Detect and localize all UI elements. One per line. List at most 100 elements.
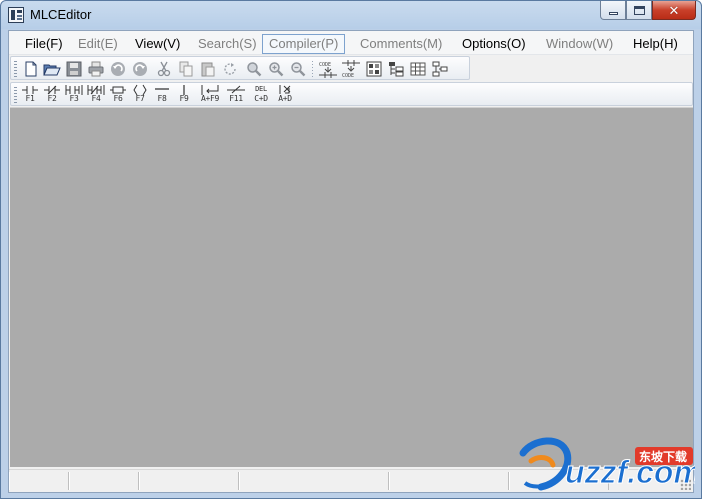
zoom-out-icon: [290, 61, 305, 76]
new-file-button[interactable]: [21, 59, 40, 78]
cut-icon: [157, 61, 170, 76]
network-button[interactable]: [430, 59, 449, 78]
key-f2-button[interactable]: F2: [42, 84, 62, 105]
key-f9-button[interactable]: F9: [174, 84, 194, 105]
print-button[interactable]: [86, 59, 105, 78]
find-button[interactable]: [244, 59, 263, 78]
tree-view-button[interactable]: [386, 59, 405, 78]
key-label: F9: [179, 94, 189, 103]
refresh-button[interactable]: [220, 59, 239, 78]
find-icon: [246, 61, 261, 76]
mdi-workspace[interactable]: [10, 107, 693, 467]
svg-text:东坡下载: 东坡下载: [639, 449, 687, 464]
status-panel: [389, 472, 509, 490]
copy-icon: [179, 61, 192, 76]
code-to-ladder-button[interactable]: CODE: [317, 59, 339, 78]
print-icon: [88, 61, 103, 76]
status-panel: [139, 472, 239, 490]
save-icon: [66, 61, 81, 76]
caption-buttons: ✕: [600, 1, 696, 21]
key-f1-button[interactable]: F1: [20, 84, 40, 105]
uzzf-watermark: uzzf.com 东坡下载: [513, 431, 701, 498]
key-f8-button[interactable]: F8: [152, 84, 172, 105]
key-label: F8: [157, 94, 167, 103]
ladder-to-code-icon: CODE: [342, 59, 360, 78]
menu-window[interactable]: Window(W): [539, 34, 620, 54]
toolbar-grip[interactable]: [14, 61, 17, 77]
grid-table-icon: [410, 62, 425, 75]
key-label: F6: [113, 94, 123, 103]
key-label: F2: [47, 94, 57, 103]
key-label: F3: [69, 94, 79, 103]
key-label: F7: [135, 94, 145, 103]
svg-text:CODE: CODE: [319, 62, 331, 68]
paste-icon: [201, 62, 214, 76]
menu-view[interactable]: View(V): [128, 34, 187, 54]
menu-edit[interactable]: Edit(E): [71, 34, 125, 54]
menu-bar: File(F) Edit(E) View(V) Search(S) Compil…: [9, 31, 693, 55]
window-title: MLCEditor: [30, 7, 92, 22]
key-alt-f9-button[interactable]: A+F9: [198, 84, 222, 105]
save-button[interactable]: [64, 59, 83, 78]
toolbar-separator: [312, 61, 313, 77]
grid-table-button[interactable]: [408, 59, 427, 78]
key-label: A+F9: [200, 94, 220, 103]
key-label: A+D: [278, 94, 292, 103]
menu-file[interactable]: File(F): [18, 34, 70, 54]
zoom-in-button[interactable]: [266, 59, 285, 78]
key-f3-button[interactable]: F3: [64, 84, 84, 105]
delete-line-icon: DEL: [255, 85, 267, 93]
menu-search[interactable]: Search(S): [191, 34, 264, 54]
key-f11-button[interactable]: F11: [225, 84, 247, 105]
uzzf-logo: uzzf.com 东坡下载: [519, 437, 701, 491]
cut-button[interactable]: [154, 59, 173, 78]
maximize-icon: [633, 5, 645, 15]
menu-comments[interactable]: Comments(M): [353, 34, 449, 54]
key-alt-d-button[interactable]: A+D: [274, 84, 296, 105]
tree-view-icon: [388, 61, 403, 76]
key-label: F4: [91, 94, 101, 103]
title-bar[interactable]: MLCEditor ✕: [1, 1, 701, 29]
close-button[interactable]: ✕: [652, 1, 696, 20]
maximize-button[interactable]: [626, 1, 652, 20]
app-icon[interactable]: [8, 7, 24, 23]
status-panel: [9, 472, 69, 490]
menu-compiler[interactable]: Compiler(P): [262, 34, 346, 54]
code-to-ladder-icon: CODE: [319, 62, 337, 78]
key-label: C+D: [254, 94, 268, 103]
key-label: F11: [229, 94, 243, 103]
menu-options[interactable]: Options(O): [455, 34, 533, 54]
zoom-out-button[interactable]: [288, 59, 307, 78]
open-button[interactable]: [42, 59, 61, 78]
key-f4-button[interactable]: F4: [86, 84, 106, 105]
main-toolbar: CODE CODE: [10, 56, 470, 80]
new-file-icon: [25, 61, 36, 76]
undo-button[interactable]: [108, 59, 127, 78]
minimize-icon: [608, 11, 618, 15]
redo-icon: [132, 61, 147, 76]
network-icon: [432, 61, 447, 76]
app-window: MLCEditor ✕ File(F) Edit(E) View(V) Sear…: [0, 0, 702, 499]
key-f6-button[interactable]: F6: [108, 84, 128, 105]
copy-button[interactable]: [176, 59, 195, 78]
status-panel: [69, 472, 139, 490]
device-list-icon: [366, 61, 381, 76]
device-list-button[interactable]: [364, 59, 383, 78]
open-folder-icon: [42, 64, 61, 75]
key-f7-button[interactable]: F7: [130, 84, 150, 105]
ladder-toolbar: F1 F2 F3 F4 F6 F7 F8 F9 A+F9 F11 DEL C+D…: [10, 82, 693, 106]
redo-button[interactable]: [130, 59, 149, 78]
ladder-to-code-button[interactable]: CODE: [340, 59, 362, 78]
menu-help[interactable]: Help(H): [626, 34, 685, 54]
close-icon: ✕: [668, 2, 680, 18]
refresh-icon: [223, 62, 236, 75]
undo-icon: [110, 61, 125, 76]
key-label: F1: [25, 94, 35, 103]
paste-button[interactable]: [198, 59, 217, 78]
toolbar-grip[interactable]: [14, 87, 17, 103]
zoom-in-icon: [268, 61, 283, 76]
client-area: File(F) Edit(E) View(V) Search(S) Compil…: [8, 30, 694, 493]
key-ctrl-d-button[interactable]: DEL C+D: [250, 84, 272, 105]
minimize-button[interactable]: [600, 1, 626, 20]
svg-text:CODE: CODE: [342, 73, 354, 78]
